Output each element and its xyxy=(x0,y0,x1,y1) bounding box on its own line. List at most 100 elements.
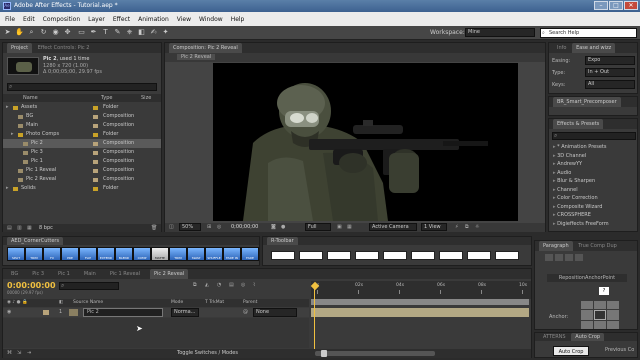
label-color-swatch[interactable] xyxy=(93,160,98,164)
expand-arrow-icon[interactable]: ▸ xyxy=(6,184,9,193)
effects-category[interactable]: ▸ Composite Wizard xyxy=(549,203,637,211)
tab-true-comp-dup[interactable]: True Comp Dup xyxy=(574,241,621,251)
r-toolbar-slot[interactable] xyxy=(495,251,519,260)
anchor-cell[interactable] xyxy=(581,310,593,320)
label-color-swatch[interactable] xyxy=(93,115,98,119)
toggle-switches-modes[interactable]: Toggle Switches / Modes xyxy=(177,349,238,358)
anchor-cell[interactable] xyxy=(607,310,619,320)
keys-dropdown[interactable]: All xyxy=(585,80,635,89)
timeline-tab[interactable]: BG xyxy=(7,269,22,279)
align-right-icon[interactable] xyxy=(565,254,573,261)
effects-category[interactable]: ▸ Digieffects FreeForm xyxy=(549,220,637,228)
tab-auto-crop[interactable]: Auto Crop xyxy=(571,333,605,341)
aed-button[interactable]: MATTE xyxy=(151,247,169,261)
label-color-swatch[interactable] xyxy=(93,178,98,182)
tab-composition[interactable]: Composition: Pic 2 Reveal xyxy=(169,43,242,53)
tab-project[interactable]: Project xyxy=(7,43,33,53)
zoom-tool-icon[interactable]: ⌕ xyxy=(27,28,36,37)
anchor-cell[interactable] xyxy=(594,310,606,320)
menu-item-window[interactable]: Window xyxy=(199,16,223,23)
project-item[interactable]: ▸ Assets Folder xyxy=(3,103,161,112)
close-button[interactable]: ✕ xyxy=(624,1,638,10)
r-toolbar-slot[interactable] xyxy=(355,251,379,260)
effects-category[interactable]: ▸ CROSSPHERE xyxy=(549,211,637,219)
effects-category[interactable]: ▸ Audio xyxy=(549,169,637,177)
aed-button[interactable]: SWAP xyxy=(187,247,205,261)
label-color-swatch[interactable] xyxy=(93,106,98,110)
type-dropdown[interactable]: In + Out xyxy=(585,68,635,77)
search-help-input[interactable]: ⌕ Search Help xyxy=(540,28,637,38)
layer-name[interactable]: Pic 2 xyxy=(83,308,163,317)
anchor-cell[interactable] xyxy=(607,321,619,329)
effects-search-input[interactable]: ⌕ xyxy=(552,132,636,140)
brush-tool-icon[interactable]: ✎ xyxy=(113,28,122,37)
comp-timecode[interactable]: 0;00;00;00 xyxy=(231,223,258,232)
aed-button[interactable]: PRE xyxy=(61,247,79,261)
timeline-tab[interactable]: Pic 1 xyxy=(54,269,74,279)
tab-paragraph[interactable]: Paragraph xyxy=(539,241,573,251)
label-color-swatch[interactable] xyxy=(93,169,98,173)
timeline-tab[interactable]: Pic 2 Reveal xyxy=(150,269,189,279)
timeline-ruler[interactable]: 0s02s04s06s08s10s xyxy=(311,281,531,299)
layer-duration-bar[interactable] xyxy=(311,308,529,317)
comp-mini-flowchart-icon[interactable]: ⧉ xyxy=(193,282,197,288)
auto-crop-button[interactable]: Auto Crop xyxy=(553,346,589,356)
aed-button[interactable]: FADE IN xyxy=(223,247,241,261)
menu-item-animation[interactable]: Animation xyxy=(138,16,169,23)
aed-button[interactable]: SPLIT xyxy=(7,247,25,261)
menu-item-file[interactable]: File xyxy=(5,16,15,23)
aed-button[interactable]: EXTEND xyxy=(97,247,115,261)
menu-item-composition[interactable]: Composition xyxy=(43,16,80,23)
new-comp-icon[interactable]: ▦ xyxy=(27,224,32,232)
align-center-icon[interactable] xyxy=(555,254,563,261)
menu-item-effect[interactable]: Effect xyxy=(113,16,130,23)
layer-mode-dropdown[interactable]: Norma... xyxy=(171,308,199,317)
project-item[interactable]: Pic 3 Composition xyxy=(3,148,161,157)
anchor-cell[interactable] xyxy=(581,301,593,309)
menu-item-view[interactable]: View xyxy=(177,16,191,23)
project-item[interactable]: Main Composition xyxy=(3,121,161,130)
column-size[interactable]: Size xyxy=(141,94,151,102)
pan-behind-tool-icon[interactable]: ✥ xyxy=(63,28,72,37)
menu-item-edit[interactable]: Edit xyxy=(23,16,35,23)
effects-category[interactable]: ▸ Blur & Sharpen xyxy=(549,177,637,185)
motion-blur-icon[interactable]: ◎ xyxy=(241,282,245,288)
effects-category[interactable]: ▸ * Animation Presets xyxy=(549,143,637,151)
fast-preview-icon[interactable]: ⚡ xyxy=(455,223,459,232)
expand-stretch-icon[interactable]: ⇥ xyxy=(27,349,31,358)
r-toolbar-slot[interactable] xyxy=(271,251,295,260)
project-item[interactable]: Pic 1 Composition xyxy=(3,157,161,166)
align-left-icon[interactable] xyxy=(545,254,553,261)
effects-category[interactable]: ▸ Channel xyxy=(549,186,637,194)
easing-dropdown[interactable]: Expo xyxy=(585,56,635,65)
new-folder-icon[interactable]: ▥ xyxy=(17,224,22,232)
tab-aed-cornercutters[interactable]: AED_CornerCutters xyxy=(7,237,64,245)
timeline-tab[interactable]: Main xyxy=(80,269,100,279)
timeline-tab[interactable]: Pic 3 xyxy=(28,269,48,279)
column-parent[interactable]: Parent xyxy=(243,299,257,307)
reposition-help-button[interactable]: ? xyxy=(599,287,609,295)
minimize-button[interactable]: – xyxy=(594,1,608,10)
menu-item-layer[interactable]: Layer xyxy=(88,16,105,23)
expand-arrow-icon[interactable]: ▸ xyxy=(11,130,14,139)
bpc-label[interactable]: 8 bpc xyxy=(39,224,53,232)
roi-icon[interactable]: ▣ xyxy=(337,223,342,232)
column-type[interactable]: Type xyxy=(101,94,112,102)
graph-editor-icon[interactable]: ⌇ xyxy=(253,282,255,288)
effects-category[interactable]: ▸ AndrewYY xyxy=(549,160,637,168)
r-toolbar-slot[interactable] xyxy=(299,251,323,260)
draft-3d-icon[interactable]: ◭ xyxy=(205,282,209,288)
tab-ease-and-wizz[interactable]: Ease and wizz xyxy=(572,43,616,53)
comp-canvas[interactable] xyxy=(213,63,518,221)
label-color-swatch[interactable] xyxy=(93,124,98,128)
aed-button[interactable]: FX xyxy=(43,247,61,261)
column-mode[interactable]: Mode xyxy=(171,299,183,307)
aed-button[interactable]: SHUFFLE xyxy=(205,247,223,261)
label-color-swatch[interactable] xyxy=(93,133,98,137)
clone-stamp-tool-icon[interactable]: ⎈ xyxy=(125,28,134,37)
tab-br-smart-precomposer[interactable]: BR_Smart_Precomposer xyxy=(553,97,621,107)
aed-button[interactable]: COMP xyxy=(133,247,151,261)
aed-button[interactable]: FADE xyxy=(241,247,259,261)
color-channel-icon[interactable]: ● xyxy=(281,223,285,232)
selection-tool-icon[interactable]: ➤ xyxy=(3,28,12,37)
